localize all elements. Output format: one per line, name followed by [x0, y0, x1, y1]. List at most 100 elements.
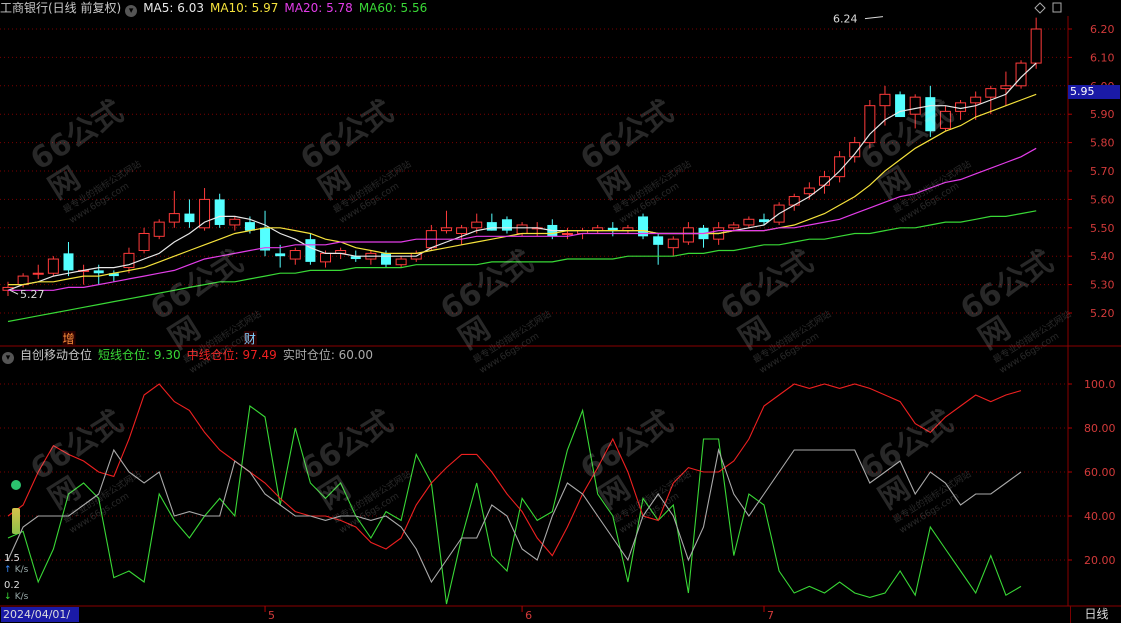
candle [1000, 71, 1012, 106]
candle-body [985, 88, 997, 98]
candle [698, 224, 709, 248]
status-dot [11, 480, 21, 490]
indicator-grid [0, 383, 1068, 561]
date-label: 2024/04/01/一 [1, 607, 79, 622]
level-bar-icon [12, 508, 20, 534]
candle-body [471, 221, 483, 229]
event-marker: 财 [244, 332, 256, 346]
price-tick-label: 5.60 [1090, 193, 1115, 206]
candle [622, 224, 634, 234]
candle-body [955, 102, 967, 112]
price-tick-label: 5.80 [1090, 137, 1115, 150]
indicator-tick-label: 80.00 [1084, 422, 1116, 435]
candle [32, 264, 44, 279]
high-price-annotation: 6.24 [833, 13, 858, 26]
price-tick-label: 6.20 [1090, 23, 1115, 36]
candle [759, 213, 769, 225]
candle [1030, 17, 1042, 69]
indicator-line [7, 447, 1022, 584]
candle-body [17, 275, 29, 286]
price-tick-label: 5.90 [1090, 108, 1115, 121]
price-tick-label: 5.20 [1090, 307, 1115, 320]
candle [501, 216, 512, 234]
candle [184, 199, 195, 228]
candle-body [728, 224, 740, 229]
candle-body [395, 258, 407, 266]
candle [47, 256, 59, 277]
candle [909, 94, 921, 129]
candle-body [667, 238, 679, 249]
candle [592, 224, 604, 234]
indicator-line [7, 405, 1022, 605]
candle [607, 222, 618, 237]
price-axis-ticks: 6.206.106.005.905.805.705.605.505.405.30… [1068, 23, 1115, 320]
download-speed: 0.2 ↓ K/s [4, 580, 28, 603]
candle-body [818, 176, 830, 186]
candle-body [214, 199, 225, 225]
corner-icons [1034, 2, 1062, 14]
candle-body [168, 213, 180, 223]
candle [289, 247, 301, 265]
upload-speed-value: 1.5 [4, 553, 20, 564]
event-marker: 增 [62, 332, 74, 346]
candle-body [305, 239, 316, 262]
candle-body [925, 97, 936, 132]
candle-body [486, 222, 497, 231]
upload-speed: 1.5 ↑ K/s [4, 553, 28, 576]
candle-body [47, 258, 59, 274]
candle [78, 264, 90, 285]
high-price-pointer [864, 16, 884, 20]
download-arrow-icon: ↓ [4, 592, 12, 602]
candle [561, 227, 573, 240]
candle [168, 190, 180, 228]
candle-body [653, 236, 664, 245]
date-tick-label: 6 [525, 609, 532, 622]
candle-body [381, 253, 391, 265]
candle-body [682, 227, 694, 243]
price-tick-label: 5.30 [1090, 279, 1115, 292]
candle-body [289, 250, 301, 260]
download-speed-unit: K/s [14, 592, 29, 602]
candle-body [93, 270, 104, 274]
price-tick-label: 5.40 [1090, 250, 1115, 263]
grid-lines [0, 28, 1068, 314]
candle [653, 233, 664, 265]
candle-body [153, 221, 165, 237]
candle-body [561, 232, 573, 235]
low-price-annotation: 5.27 [20, 288, 45, 301]
candle-body [440, 227, 452, 232]
chart-frame [0, 16, 1121, 607]
candle-body [501, 219, 512, 231]
candle-body [1000, 85, 1012, 90]
candle [788, 193, 800, 211]
period-label[interactable]: 日线 [1070, 606, 1121, 623]
price-tick-label: 5.70 [1090, 165, 1115, 178]
download-speed-value: 0.2 [4, 580, 20, 591]
candle-body [1030, 28, 1042, 64]
candle [743, 216, 755, 228]
candle-body [63, 253, 74, 271]
upload-arrow-icon: ↑ [4, 565, 12, 575]
candle-body [909, 96, 921, 115]
date-tick-label: 7 [767, 609, 774, 622]
speed-indicator: 1.5 ↑ K/s 0.2 ↓ K/s [0, 470, 34, 603]
candle [138, 227, 150, 254]
candle-body [229, 218, 241, 226]
candle [638, 213, 649, 240]
upload-speed-unit: K/s [14, 565, 29, 575]
candle [864, 100, 876, 149]
indicator-tick-label: 40.00 [1084, 510, 1116, 523]
candle [395, 256, 407, 268]
candle [214, 193, 225, 228]
candle [365, 250, 377, 265]
price-tick-label: 6.10 [1090, 51, 1115, 64]
candle [667, 236, 679, 257]
chart-canvas[interactable]: 6.206.106.005.905.805.705.605.505.405.30… [0, 0, 1121, 623]
candle [531, 222, 543, 237]
indicator-axis-ticks: 100.0 80.00 60.00 40.00 20.00 [1068, 378, 1116, 567]
candle [440, 210, 452, 234]
indicator-lines [7, 383, 1022, 605]
candle-body [275, 253, 286, 257]
candle [260, 210, 271, 257]
candle-body [939, 110, 951, 129]
